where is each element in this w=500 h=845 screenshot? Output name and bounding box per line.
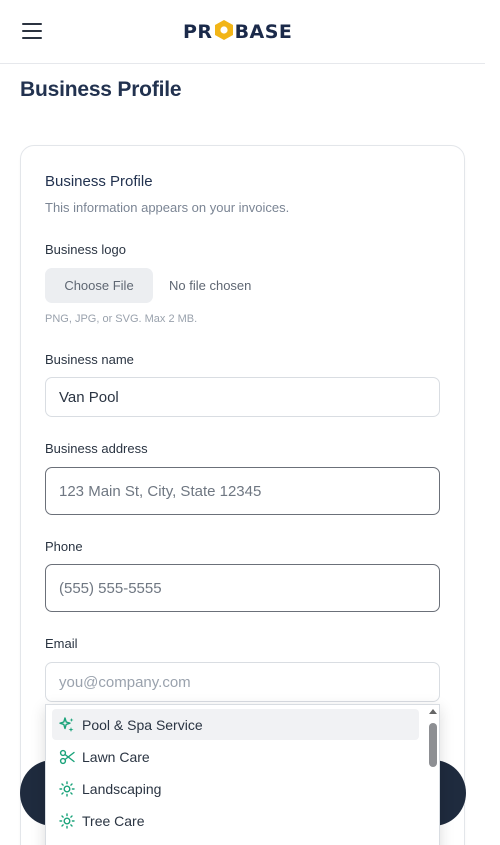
email-input[interactable]: you@company.com bbox=[45, 662, 440, 702]
hamburger-menu-icon[interactable] bbox=[22, 23, 42, 41]
card-subtitle: This information appears on your invoice… bbox=[45, 200, 290, 215]
sun-icon bbox=[59, 813, 75, 829]
dropdown-option-label: Pool & Spa Service bbox=[82, 716, 203, 733]
logo-text-left: PR bbox=[183, 21, 213, 43]
email-label: Email bbox=[45, 636, 78, 651]
business-address-input[interactable]: 123 Main St, City, State 12345 bbox=[45, 467, 440, 515]
dropdown-option-label: Landscaping bbox=[82, 780, 162, 797]
phone-label: Phone bbox=[45, 539, 83, 554]
scroll-thumb[interactable] bbox=[429, 723, 437, 767]
top-bar: PR BASE bbox=[0, 0, 485, 64]
sparkles-icon bbox=[59, 717, 74, 732]
service-type-dropdown[interactable]: Pool & Spa Service Lawn Care Landscaping bbox=[45, 704, 440, 845]
business-logo-label: Business logo bbox=[45, 242, 126, 257]
email-placeholder: you@company.com bbox=[59, 673, 191, 691]
page-title: Business Profile bbox=[20, 78, 182, 101]
card-title: Business Profile bbox=[45, 173, 153, 190]
logo-hexagon-icon bbox=[214, 19, 234, 46]
business-name-value: Van Pool bbox=[59, 388, 119, 406]
choose-file-button[interactable]: Choose File bbox=[45, 268, 153, 303]
phone-input[interactable]: (555) 555-5555 bbox=[45, 564, 440, 612]
phone-placeholder: (555) 555-5555 bbox=[59, 579, 162, 597]
dropdown-option-label: Lawn Care bbox=[82, 748, 150, 765]
scissors-icon bbox=[59, 749, 75, 765]
dropdown-option-pool-spa[interactable]: Pool & Spa Service bbox=[52, 709, 419, 740]
dropdown-option-label: Tree Care bbox=[82, 812, 145, 829]
file-status-text: No file chosen bbox=[169, 278, 252, 293]
business-address-placeholder: 123 Main St, City, State 12345 bbox=[59, 482, 262, 500]
dropdown-scrollbar[interactable] bbox=[427, 705, 439, 845]
sun-icon bbox=[59, 781, 75, 797]
file-hint: PNG, JPG, or SVG. Max 2 MB. bbox=[45, 313, 198, 325]
dropdown-option-tree-care[interactable]: Tree Care bbox=[52, 805, 419, 836]
logo-text-right: BASE bbox=[234, 21, 293, 43]
dropdown-option-landscaping[interactable]: Landscaping bbox=[52, 773, 419, 804]
business-name-label: Business name bbox=[45, 352, 134, 367]
business-address-label: Business address bbox=[45, 441, 148, 456]
probase-logo[interactable]: PR BASE bbox=[183, 19, 293, 46]
scroll-up-arrow-icon[interactable] bbox=[429, 709, 437, 714]
dropdown-option-lawn-care[interactable]: Lawn Care bbox=[52, 741, 419, 772]
business-name-input[interactable]: Van Pool bbox=[45, 377, 440, 417]
